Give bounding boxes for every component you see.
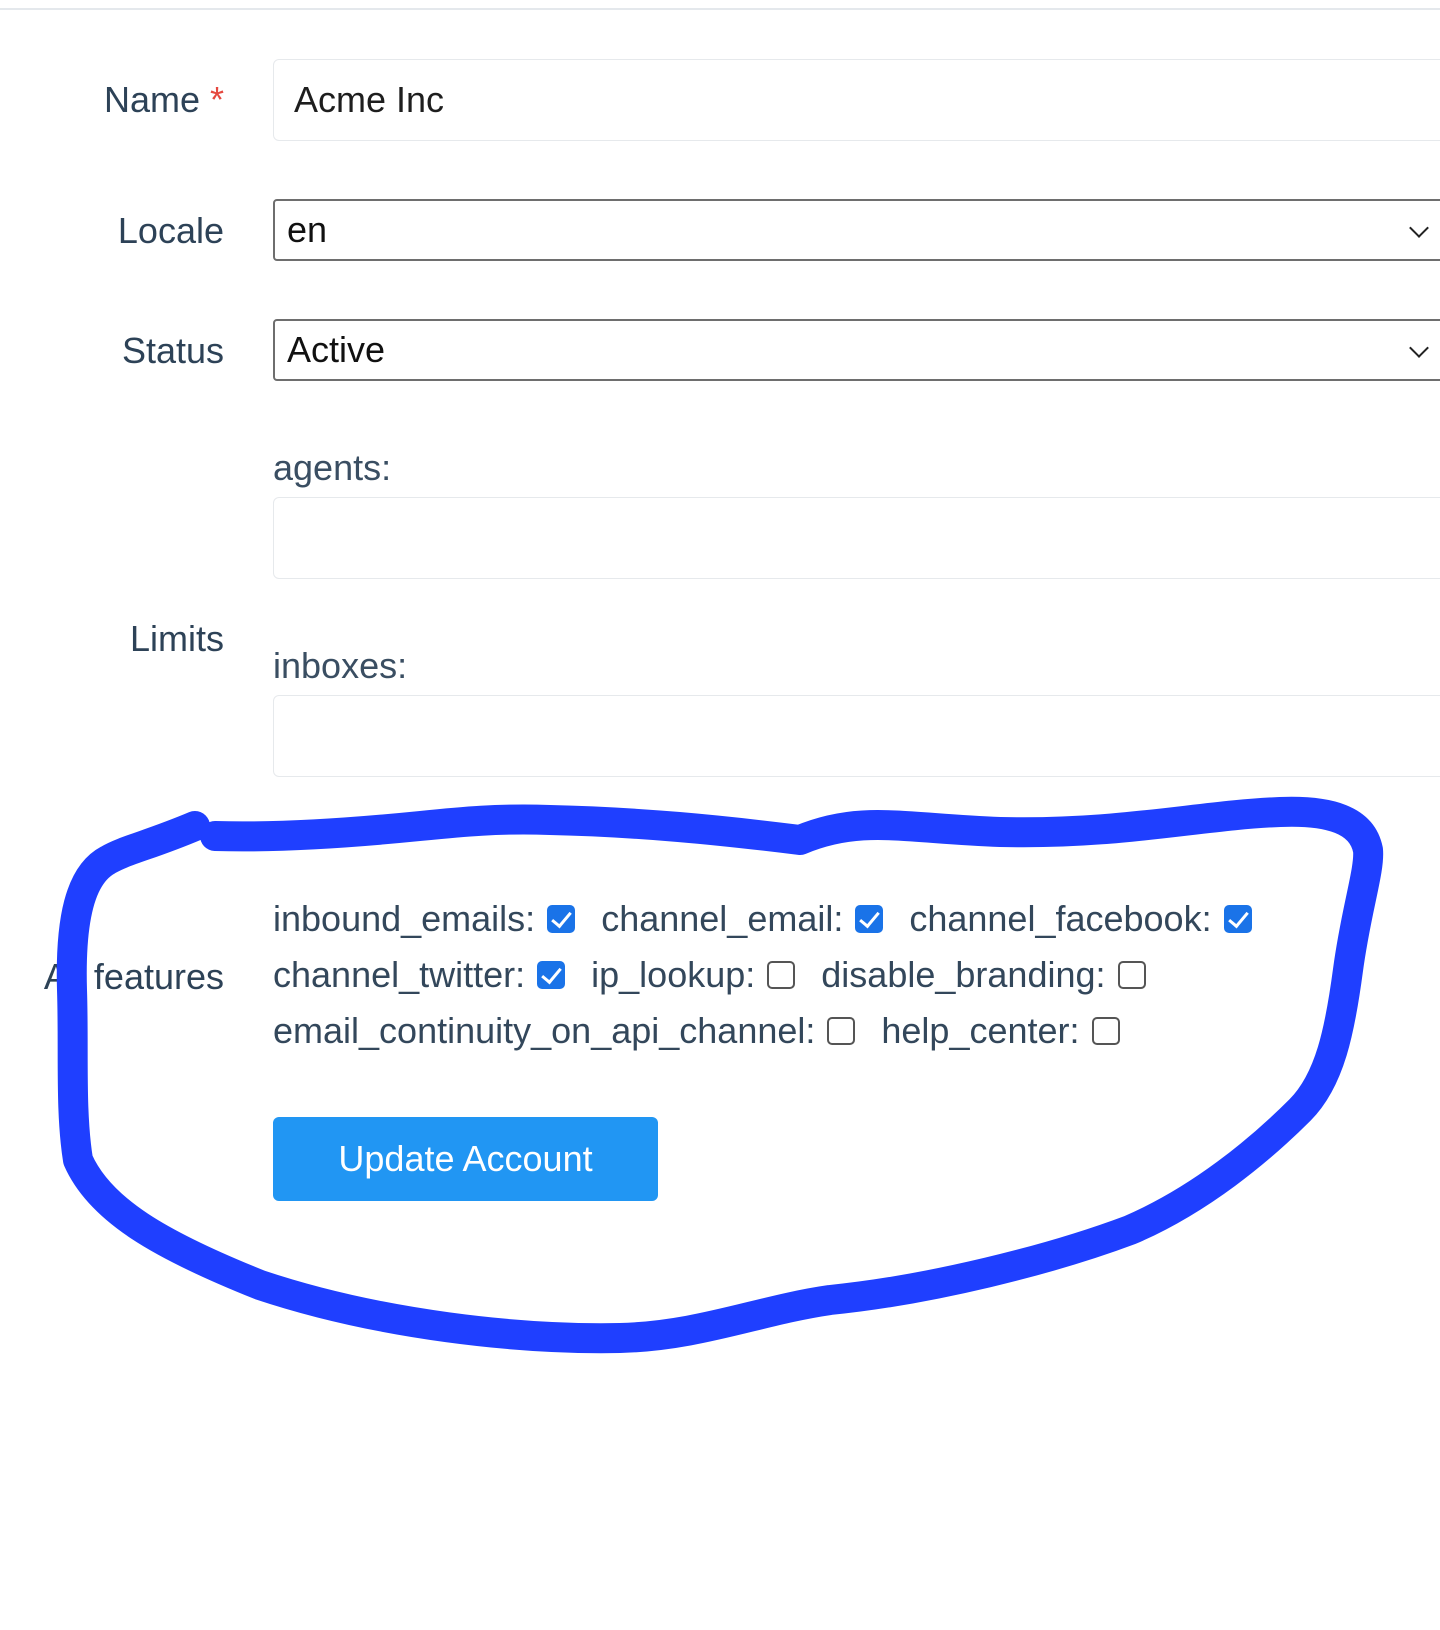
all-features-label: All features xyxy=(43,956,224,997)
checkbox-inbound-emails[interactable] xyxy=(547,905,576,933)
locale-select[interactable]: en xyxy=(273,199,1440,261)
feature-label: ip_lookup: xyxy=(591,954,756,995)
checkbox-channel-twitter[interactable] xyxy=(537,961,566,989)
feature-channel-facebook: channel_facebook: xyxy=(909,898,1252,940)
checkbox-disable-branding[interactable] xyxy=(1117,961,1146,989)
checkbox-help-center[interactable] xyxy=(1091,1017,1120,1045)
features-row-2: channel_twitter: ip_lookup: disable_bran… xyxy=(273,953,1172,997)
feature-channel-email: channel_email: xyxy=(601,898,884,940)
feature-label: email_continuity_on_api_channel: xyxy=(273,1010,816,1051)
agents-label: agents: xyxy=(273,447,392,488)
name-input[interactable]: Acme Inc xyxy=(273,59,1440,141)
locale-label: Locale xyxy=(117,210,224,251)
feature-label: channel_email: xyxy=(601,898,844,939)
inboxes-label: inboxes: xyxy=(273,645,408,686)
feature-email-continuity-on-api-channel: email_continuity_on_api_channel: xyxy=(273,1010,856,1052)
required-asterisk: * xyxy=(209,79,224,120)
feature-label: inbound_emails: xyxy=(273,898,536,939)
features-row-1: inbound_emails: channel_email: channel_f… xyxy=(273,897,1278,941)
checkbox-channel-email[interactable] xyxy=(855,905,884,933)
checkbox-email-continuity-on-api-channel[interactable] xyxy=(827,1017,856,1045)
feature-ip-lookup: ip_lookup: xyxy=(591,954,796,996)
status-select-value: Active xyxy=(287,329,386,370)
status-label: Status xyxy=(121,330,224,371)
feature-inbound-emails: inbound_emails: xyxy=(273,898,576,940)
top-divider xyxy=(0,8,1440,10)
agents-input[interactable] xyxy=(273,497,1440,579)
feature-label: help_center: xyxy=(881,1010,1080,1051)
checkbox-channel-facebook[interactable] xyxy=(1223,905,1252,933)
feature-label: channel_facebook: xyxy=(909,898,1212,939)
name-label-text: Name xyxy=(103,79,200,120)
feature-label: disable_branding: xyxy=(821,954,1106,995)
limits-label: Limits xyxy=(129,618,224,659)
inboxes-input[interactable] xyxy=(273,695,1440,777)
update-account-button[interactable]: Update Account xyxy=(273,1117,658,1201)
feature-label: channel_twitter: xyxy=(273,954,526,995)
features-row-3: email_continuity_on_api_channel: help_ce… xyxy=(273,1009,1146,1053)
name-label: Name * xyxy=(104,80,224,120)
feature-channel-twitter: channel_twitter: xyxy=(273,954,566,996)
account-edit-page: Name * Acme Inc Locale en Status Active a… xyxy=(0,0,1440,1630)
feature-help-center: help_center: xyxy=(881,1010,1120,1052)
status-select[interactable]: Active xyxy=(273,319,1440,381)
feature-disable-branding: disable_branding: xyxy=(821,954,1146,996)
checkbox-ip-lookup[interactable] xyxy=(767,961,796,989)
locale-select-value: en xyxy=(287,209,328,250)
